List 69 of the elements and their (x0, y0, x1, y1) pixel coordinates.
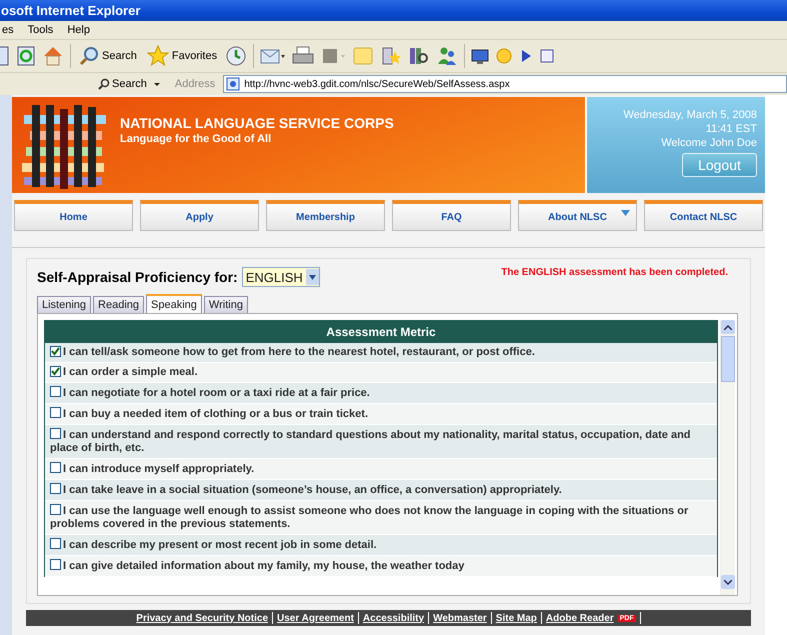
checkbox[interactable] (50, 346, 61, 357)
search-button[interactable]: Search (98, 78, 147, 90)
site-title: NATIONAL LANGUAGE SERVICE CORPS (120, 115, 394, 131)
language-select[interactable]: ENGLISH (242, 267, 320, 287)
checkbox-row[interactable]: I can negotiate for a hotel room or a taxi ride at a fair price. (45, 383, 717, 404)
scroll-thumb[interactable] (721, 336, 735, 382)
page-icon[interactable] (0, 45, 10, 67)
checkbox[interactable] (50, 538, 61, 549)
nav-button[interactable]: Contact NLSC (644, 200, 763, 231)
refresh-icon[interactable] (16, 45, 36, 67)
footer-link[interactable]: User Agreement (277, 612, 354, 624)
footer-link[interactable]: Accessibility (362, 612, 424, 624)
footer-link[interactable]: Webmaster (433, 612, 487, 624)
nav-button[interactable]: FAQ (392, 200, 511, 231)
checkbox[interactable] (50, 559, 61, 570)
star-icon (146, 45, 169, 67)
date-text: Wednesday, March 5, 2008 (623, 109, 757, 121)
checkbox[interactable] (50, 504, 61, 515)
checkbox[interactable] (50, 483, 61, 494)
completion-message: The ENGLISH assessment has been completed. (501, 267, 728, 278)
search-button[interactable]: Search (77, 46, 139, 66)
footer-link[interactable]: Adobe Reader (546, 612, 614, 624)
search-icon (79, 46, 99, 66)
checkbox[interactable] (50, 386, 61, 397)
tab[interactable]: Speaking (146, 294, 202, 313)
welcome-text: Welcome John Doe (661, 137, 757, 149)
scrollbar[interactable] (720, 320, 735, 595)
window-title: osoft Internet Explorer (1, 3, 140, 18)
table-header: Assessment Metric (45, 321, 717, 343)
proficiency-label: Self-Appraisal Proficiency for: (37, 269, 238, 285)
site-tagline: Language for the Good of All (120, 133, 272, 145)
menu-item[interactable]: Tools (28, 24, 54, 36)
checkbox-row[interactable]: I can take leave in a social situation (someone’s house, an office, a conversation) appropriately. (45, 480, 717, 501)
checkbox-row[interactable]: I can use the language well enough to assist someone who does not know the language in coping with the situations or problems covered in the previous statements. (45, 501, 717, 535)
home-icon[interactable] (42, 45, 64, 67)
menu-item[interactable]: Help (67, 24, 90, 36)
star-phone-icon[interactable] (380, 45, 402, 67)
dropdown-icon[interactable] (306, 269, 319, 285)
nav-button[interactable]: Membership (266, 200, 385, 231)
search-icon (98, 78, 110, 90)
address-field[interactable]: http://hvnc-web3.gdit.com/nlsc/SecureWeb/SelfAssess.aspx (223, 75, 787, 93)
checkbox-row[interactable]: I can order a simple meal. (45, 363, 717, 383)
favorites-button[interactable]: Favorites (144, 45, 220, 67)
history-icon[interactable] (225, 45, 248, 67)
nav-button[interactable]: About NLSC (518, 200, 637, 231)
checkbox[interactable] (50, 428, 61, 439)
checkbox[interactable] (50, 407, 61, 418)
nav-button[interactable]: Home (14, 200, 133, 231)
checkbox[interactable] (50, 462, 61, 473)
checkbox-row[interactable]: I can buy a needed item of clothing or a bus or train ticket. (45, 404, 717, 425)
checkbox-row[interactable]: I can tell/ask someone how to get from here to the nearest hotel, restaurant, or post office. (45, 343, 717, 363)
scroll-down-icon[interactable] (721, 575, 735, 589)
tab[interactable]: Writing (204, 296, 248, 313)
time-text: 11:41 EST (706, 123, 757, 135)
checkbox-row[interactable]: I can understand and respond correctly to standard questions about my nationality, marital status, occupation, date and place of birth, etc. (45, 425, 717, 459)
footer-link[interactable]: Privacy and Security Notice (136, 612, 268, 624)
address-label: Address (174, 78, 216, 90)
checkbox-row[interactable]: I can give detailed information about my family, my house, the weather today (45, 556, 717, 577)
scroll-up-icon[interactable] (721, 320, 735, 334)
people-icon[interactable] (436, 45, 458, 67)
page-icon (226, 77, 240, 91)
tab[interactable]: Listening (37, 296, 92, 313)
checkbox-row[interactable]: I can introduce myself appropriately. (45, 459, 717, 480)
footer-link[interactable]: Site Map (496, 612, 537, 624)
menu-item[interactable]: es (2, 24, 14, 36)
tab[interactable]: Reading (93, 296, 144, 313)
nav-button[interactable]: Apply (140, 200, 259, 231)
checkbox[interactable] (50, 366, 61, 377)
checkbox-row[interactable]: I can describe my present or most recent job in some detail. (45, 535, 717, 556)
